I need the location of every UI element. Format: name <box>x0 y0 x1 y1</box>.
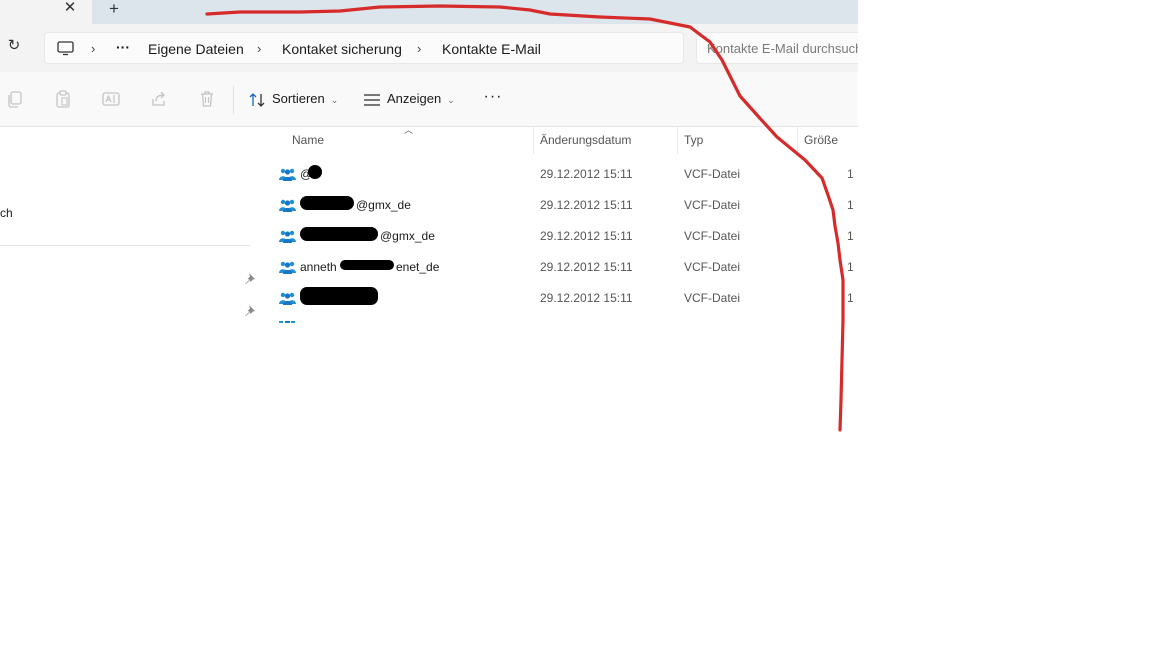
close-icon[interactable]: ✕ <box>60 0 80 18</box>
active-tab[interactable]: ✕ <box>0 0 92 24</box>
navigation-pane: ch <box>0 127 260 648</box>
file-modified: 29.12.2012 15:11 <box>540 260 633 274</box>
nav-item-label[interactable]: ch <box>0 206 13 220</box>
file-modified: 29.12.2012 15:11 <box>540 291 633 305</box>
redaction-mark <box>340 260 394 270</box>
rename-icon[interactable] <box>102 90 120 108</box>
file-name: anneth <box>300 260 337 274</box>
sort-label: Sortieren <box>272 91 325 106</box>
column-header-modified[interactable]: Änderungsdatum <box>540 133 631 147</box>
redaction-mark <box>300 196 354 210</box>
sort-icon <box>249 92 265 107</box>
search-placeholder: Kontakte E-Mail durchsuchen <box>707 41 858 56</box>
file-row[interactable]: 29.12.2012 15:11 VCF-Datei 1 KB <box>262 281 858 312</box>
breadcrumb-overflow[interactable]: ··· <box>116 38 130 56</box>
search-input[interactable]: Kontakte E-Mail durchsuchen <box>696 32 858 64</box>
contact-file-icon <box>279 321 295 323</box>
file-list: ︿ Name Änderungsdatum Typ Größe @ 29.12.… <box>262 125 858 648</box>
column-divider[interactable] <box>797 127 798 154</box>
address-bar[interactable]: › ··· Eigene Dateien › Kontaket sicherun… <box>44 32 684 64</box>
contact-file-icon <box>279 199 296 212</box>
file-type: VCF-Datei <box>684 167 741 181</box>
file-size: 1 KB <box>847 198 858 212</box>
file-modified: 29.12.2012 15:11 <box>540 198 633 212</box>
toolbar-separator <box>233 86 234 114</box>
computer-icon[interactable] <box>57 41 74 56</box>
redaction-mark <box>300 287 378 305</box>
view-button[interactable]: Anzeigen ⌄ <box>363 88 455 110</box>
file-type: VCF-Datei <box>684 291 741 305</box>
nav-divider <box>0 245 250 246</box>
breadcrumb-kontakte-e-mail[interactable]: Kontakte E-Mail <box>442 40 541 58</box>
contact-file-icon <box>279 168 296 181</box>
file-size: 1 KB <box>847 291 858 305</box>
chevron-down-icon: ⌄ <box>447 94 455 105</box>
redaction-mark <box>300 227 378 241</box>
view-label: Anzeigen <box>387 91 442 106</box>
copy-icon[interactable] <box>6 90 24 108</box>
file-row[interactable]: @gmx_de 29.12.2012 15:11 VCF-Datei 1 KB <box>262 219 858 250</box>
sort-button[interactable]: Sortieren ⌄ <box>249 88 338 110</box>
tab-bar: ✕ + <box>0 0 858 24</box>
contact-file-icon <box>279 230 296 243</box>
file-name-suffix: enet_de <box>396 260 440 274</box>
contact-file-icon <box>279 292 296 305</box>
file-size: 1 KB <box>847 229 858 243</box>
delete-icon[interactable] <box>198 90 216 108</box>
view-icon <box>364 93 380 106</box>
file-row[interactable]: @gmx_de 29.12.2012 15:11 VCF-Datei 1 KB <box>262 188 858 219</box>
column-divider[interactable] <box>677 127 678 154</box>
file-row[interactable]: @ 29.12.2012 15:11 VCF-Datei 1 KB <box>262 157 858 188</box>
file-row[interactable]: anneth enet_de 29.12.2012 15:11 VCF-Date… <box>262 250 858 281</box>
file-type: VCF-Datei <box>684 229 741 243</box>
breadcrumb-eigene-dateien[interactable]: Eigene Dateien <box>148 40 244 58</box>
file-modified: 29.12.2012 15:11 <box>540 167 633 181</box>
address-row: ↻ › ··· Eigene Dateien › Kontaket sicher… <box>0 24 858 72</box>
file-name: @gmx_de <box>380 229 435 243</box>
sort-ascending-icon: ︿ <box>404 125 414 135</box>
file-size: 1 KB <box>847 167 858 181</box>
contact-file-icon <box>279 261 296 274</box>
file-size: 1 KB <box>847 260 858 274</box>
breadcrumb-chevron[interactable]: › <box>91 40 95 58</box>
file-type: VCF-Datei <box>684 198 741 212</box>
breadcrumb-chevron[interactable]: › <box>257 40 261 58</box>
file-explorer-window: ✕ + ↻ › ··· Eigene Dateien › Kontaket si… <box>0 0 858 648</box>
file-modified: 29.12.2012 15:11 <box>540 229 633 243</box>
column-header-name[interactable]: Name <box>292 133 324 147</box>
chevron-down-icon: ⌄ <box>330 94 339 105</box>
refresh-icon[interactable]: ↻ <box>4 36 24 56</box>
redaction-mark <box>308 165 322 179</box>
file-name: @gmx_de <box>356 198 411 212</box>
file-type: VCF-Datei <box>684 260 741 274</box>
paste-icon[interactable] <box>54 90 72 108</box>
pin-icon[interactable] <box>244 304 256 316</box>
share-icon[interactable] <box>150 90 168 108</box>
column-divider[interactable] <box>533 127 534 154</box>
plus-icon[interactable]: + <box>104 0 124 18</box>
breadcrumb-kontaket-sicherung[interactable]: Kontaket sicherung <box>282 40 402 58</box>
column-header-size[interactable]: Größe <box>804 133 838 147</box>
breadcrumb-chevron[interactable]: › <box>417 40 421 58</box>
column-header-type[interactable]: Typ <box>684 133 703 147</box>
more-options-icon[interactable]: ··· <box>482 88 504 110</box>
command-bar: Sortieren ⌄ Anzeigen ⌄ ··· <box>0 72 858 127</box>
pin-icon[interactable] <box>244 272 256 284</box>
